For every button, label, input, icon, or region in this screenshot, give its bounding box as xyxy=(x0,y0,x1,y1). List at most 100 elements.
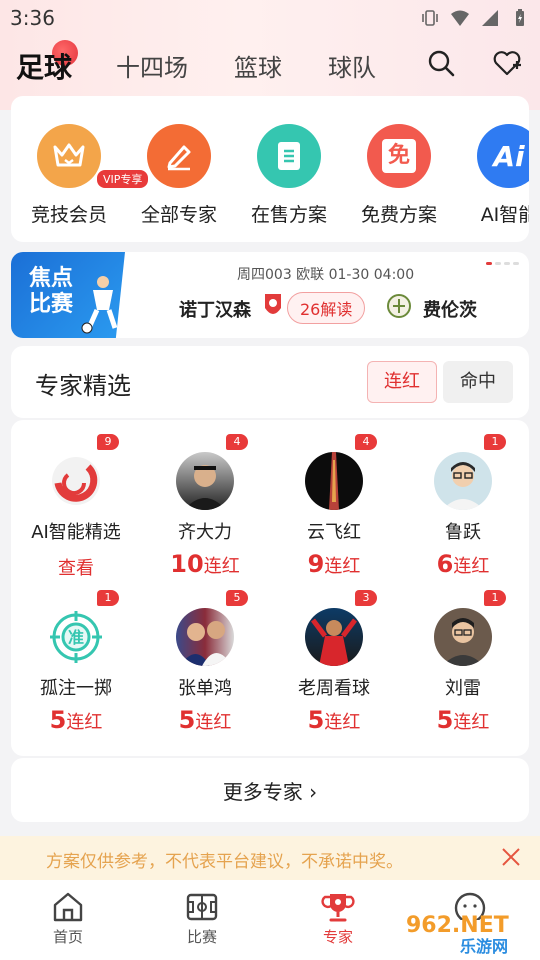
away-team-name: 费伦茨 xyxy=(423,300,477,321)
plan-count-badge: 1 xyxy=(484,434,506,450)
category-label: 全部专家 xyxy=(140,204,217,226)
streak-value: 5连红 xyxy=(307,706,361,734)
view-link[interactable]: 查看 xyxy=(11,554,141,580)
expert-card[interactable]: 1 刘雷 5连红 xyxy=(398,590,528,734)
expert-card[interactable]: 5 张单鸿 5连红 xyxy=(140,590,270,734)
avatar: 4 xyxy=(176,434,248,510)
section-title: 专家精选 xyxy=(35,372,131,400)
battery-icon xyxy=(516,9,524,26)
avatar: 1 xyxy=(434,590,506,666)
expert-name: 张单鸿 xyxy=(178,678,232,699)
signal-icon xyxy=(482,10,498,26)
streak-value: 5连红 xyxy=(178,706,232,734)
streak-value: 9连红 xyxy=(307,550,361,578)
top-navigation: 足球 十四场 篮球 球队 xyxy=(0,40,540,96)
home-icon xyxy=(53,892,83,922)
category-label: 免费方案 xyxy=(360,204,437,226)
expert-card[interactable]: 4 云飞红 9连红 xyxy=(269,434,399,578)
tab-teams[interactable]: 球队 xyxy=(328,48,376,83)
ai-icon: Ai xyxy=(477,124,529,188)
expert-card[interactable]: 1 鲁跃 6连红 xyxy=(398,434,528,578)
more-experts-button[interactable]: 更多专家 › xyxy=(11,758,529,822)
category-card: VIP专享 竞技会员 全部专家 在售方案 免 免费方案 Ai AI智能 xyxy=(11,96,529,242)
search-icon[interactable] xyxy=(426,48,456,78)
reads-badge[interactable]: 26解读 xyxy=(287,292,366,324)
avatar: 9 xyxy=(47,434,119,510)
favorite-add-icon[interactable] xyxy=(492,48,522,78)
category-label: AI智能 xyxy=(480,204,529,226)
away-team-logo-icon xyxy=(387,294,411,318)
focus-match-card[interactable]: 焦点 比赛 周四003 欧联 01-30 04:00 诺丁汉森 26解读 费伦茨 xyxy=(11,252,529,338)
experts-grid: 9 AI智能精选 查看 4 齐大力 10连红 4 云飞红 9连红 1 鲁跃 6连… xyxy=(11,420,529,756)
nav-label: 首页 xyxy=(52,928,83,946)
avatar: 4 xyxy=(305,434,377,510)
expert-name: 鲁跃 xyxy=(445,522,481,543)
nav-experts[interactable]: 专家 xyxy=(298,890,378,947)
plan-count-badge: 5 xyxy=(226,590,248,606)
category-free[interactable]: 免 免费方案 xyxy=(349,124,449,227)
filter-hit-tab[interactable]: 命中 xyxy=(443,361,513,403)
svg-text:乐游网: 乐游网 xyxy=(460,937,508,956)
free-ticket-icon: 免 xyxy=(367,124,431,188)
watermark-logo: 962.NET 乐游网 xyxy=(406,913,509,956)
ai-logo-icon xyxy=(47,452,105,510)
tab-basketball[interactable]: 篮球 xyxy=(234,48,282,83)
soccer-player-icon xyxy=(81,276,118,334)
plan-count-badge: 3 xyxy=(355,590,377,606)
focus-banner-title: 焦点 比赛 xyxy=(29,266,74,317)
status-icons xyxy=(420,8,530,28)
avatar: 5 xyxy=(176,590,248,666)
svg-text:962.NET: 962.NET xyxy=(406,913,509,938)
experts-header: 专家精选 连红 命中 xyxy=(11,346,529,418)
plan-count-badge: 9 xyxy=(97,434,119,450)
match-meta: 周四003 欧联 01-30 04:00 xyxy=(237,267,415,283)
streak-value: 10连红 xyxy=(170,550,240,578)
carousel-indicator xyxy=(486,262,519,265)
close-icon[interactable] xyxy=(500,846,522,868)
plan-count-badge: 4 xyxy=(226,434,248,450)
plan-count-badge: 4 xyxy=(355,434,377,450)
avatar: 1 xyxy=(434,434,506,510)
focus-match-banner: 焦点 比赛 xyxy=(11,252,125,338)
expert-card[interactable]: 4 齐大力 10连红 xyxy=(140,434,270,578)
trophy-icon xyxy=(321,894,355,922)
expert-name: 云飞红 xyxy=(307,522,361,543)
filter-streak-tab[interactable]: 连红 xyxy=(367,361,437,403)
bottom-navigation: 首页 比赛 专家 962.NET 乐游网 xyxy=(0,880,540,960)
plan-count-badge: 1 xyxy=(484,590,506,606)
category-label: 在售方案 xyxy=(250,204,327,226)
category-all-experts[interactable]: 全部专家 xyxy=(129,124,229,227)
expert-name: 孤注一掷 xyxy=(40,678,112,699)
svg-text:准: 准 xyxy=(68,628,84,647)
crown-icon: VIP专享 xyxy=(37,124,149,188)
nav-home[interactable]: 首页 xyxy=(28,890,108,947)
category-ai[interactable]: Ai AI智能 xyxy=(459,124,529,227)
expert-name: 老周看球 xyxy=(298,678,370,699)
more-experts-label: 更多专家 › xyxy=(222,780,318,804)
expert-card[interactable]: 3 老周看球 5连红 xyxy=(269,590,399,734)
expert-card[interactable]: 9 AI智能精选 查看 xyxy=(11,434,141,580)
streak-value: 5连红 xyxy=(49,706,103,734)
streak-value: 6连红 xyxy=(436,550,490,578)
nav-matches[interactable]: 比赛 xyxy=(162,890,242,947)
category-on-sale[interactable]: 在售方案 xyxy=(239,124,339,227)
plan-count-badge: 1 xyxy=(97,590,119,606)
expert-card[interactable]: 准 1 孤注一掷 5连红 xyxy=(11,590,141,734)
tab-fourteen[interactable]: 十四场 xyxy=(116,48,188,83)
category-label: 竞技会员 xyxy=(30,204,107,226)
expert-name: 刘雷 xyxy=(445,678,481,699)
streak-value: 5连红 xyxy=(436,706,490,734)
avatar: 3 xyxy=(305,590,377,666)
disclaimer-banner: 方案仅供参考，不代表平台建议，不承诺中奖。 xyxy=(0,836,540,880)
doc-icon xyxy=(257,124,321,188)
home-team-logo-icon xyxy=(265,294,281,314)
nav-label: 专家 xyxy=(322,928,353,946)
disclaimer-text: 方案仅供参考，不代表平台建议，不承诺中奖。 xyxy=(46,852,403,872)
avatar: 准 1 xyxy=(47,590,119,666)
category-vip[interactable]: VIP专享 竞技会员 xyxy=(19,124,149,227)
home-team-name: 诺丁汉森 xyxy=(179,300,251,321)
status-time: 3:36 xyxy=(10,6,55,30)
tab-football[interactable]: 足球 xyxy=(16,46,72,86)
target-icon: 准 xyxy=(47,608,105,666)
nav-label: 比赛 xyxy=(186,928,217,946)
